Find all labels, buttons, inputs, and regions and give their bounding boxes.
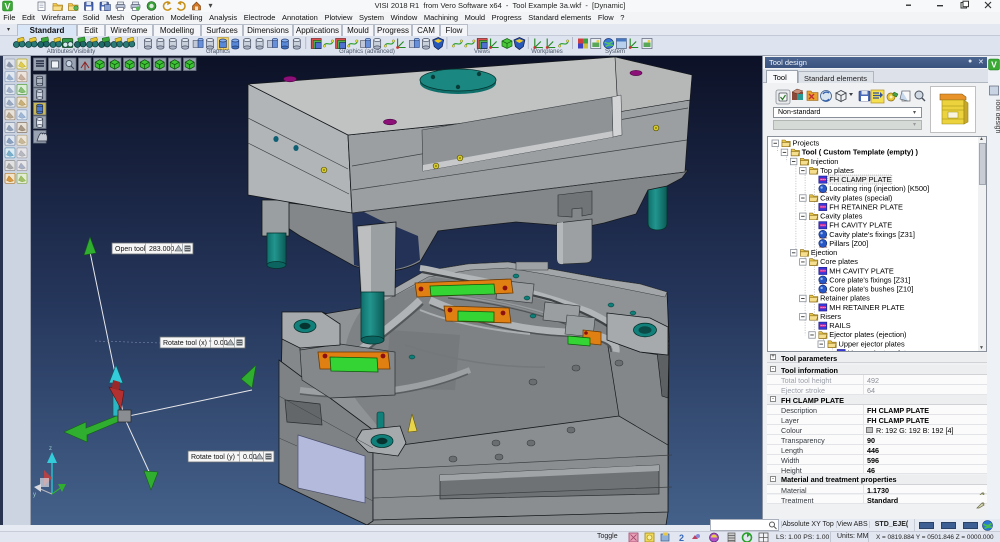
svg-text:z: z (49, 446, 52, 452)
svg-text:FH RETAINER PLATE: FH RETAINER PLATE (829, 202, 903, 211)
svg-text:Pillars [Z00]: Pillars [Z00] (829, 239, 868, 248)
svg-text:Locating ring (injection) [K50: Locating ring (injection) [K500] (829, 184, 929, 193)
svg-text:Cavity plates: Cavity plates (820, 212, 863, 221)
svg-text:FH CLAMP PLATE: FH CLAMP PLATE (829, 175, 891, 184)
svg-text:Risers: Risers (820, 312, 841, 321)
svg-text:2: 2 (679, 533, 684, 542)
svg-text:V: V (991, 60, 997, 70)
svg-text:MH RETAINER PLATE: MH RETAINER PLATE (829, 303, 904, 312)
svg-text:Ejector plates (ejection): Ejector plates (ejection) (829, 330, 906, 339)
svg-text:0.00: 0.00 (214, 340, 228, 347)
svg-text:Retainer plates: Retainer plates (820, 294, 870, 303)
svg-text:Upper ejector plate: Upper ejector plate (848, 348, 910, 352)
svg-text:0.00: 0.00 (243, 454, 257, 461)
svg-text:Core plate's fixings [Z31]: Core plate's fixings [Z31] (829, 275, 910, 284)
svg-text:Core plate's bushes [Z10]: Core plate's bushes [Z10] (829, 285, 913, 294)
svg-text:Cavity plates (special): Cavity plates (special) (820, 193, 892, 202)
svg-text:y: y (33, 492, 36, 498)
svg-text:Top plates: Top plates (820, 166, 854, 175)
svg-text:Projects: Projects (793, 139, 820, 148)
svg-text:Core plates: Core plates (820, 257, 858, 266)
svg-text:Tool ( Custom Template (empty): Tool ( Custom Template (empty) ) (802, 148, 919, 157)
svg-text:Tool design: Tool design (994, 98, 1000, 134)
svg-text:RAILS: RAILS (829, 321, 850, 330)
svg-text:MH CAVITY PLATE: MH CAVITY PLATE (829, 266, 894, 275)
svg-text:Cavity plate's fixings [Z31]: Cavity plate's fixings [Z31] (829, 230, 915, 239)
svg-text:Upper ejector plates: Upper ejector plates (839, 339, 905, 348)
svg-text:Ejection: Ejection (811, 248, 837, 257)
svg-text:283.000: 283.000 (149, 246, 174, 253)
svg-text:Rotate tool (y) °: Rotate tool (y) ° (191, 453, 240, 461)
svg-text:Rotate tool (x) °: Rotate tool (x) ° (163, 339, 212, 347)
svg-text:FH CAVITY PLATE: FH CAVITY PLATE (829, 221, 892, 230)
svg-text:Injection: Injection (811, 157, 839, 166)
svg-text:Open tool: Open tool (115, 246, 146, 253)
